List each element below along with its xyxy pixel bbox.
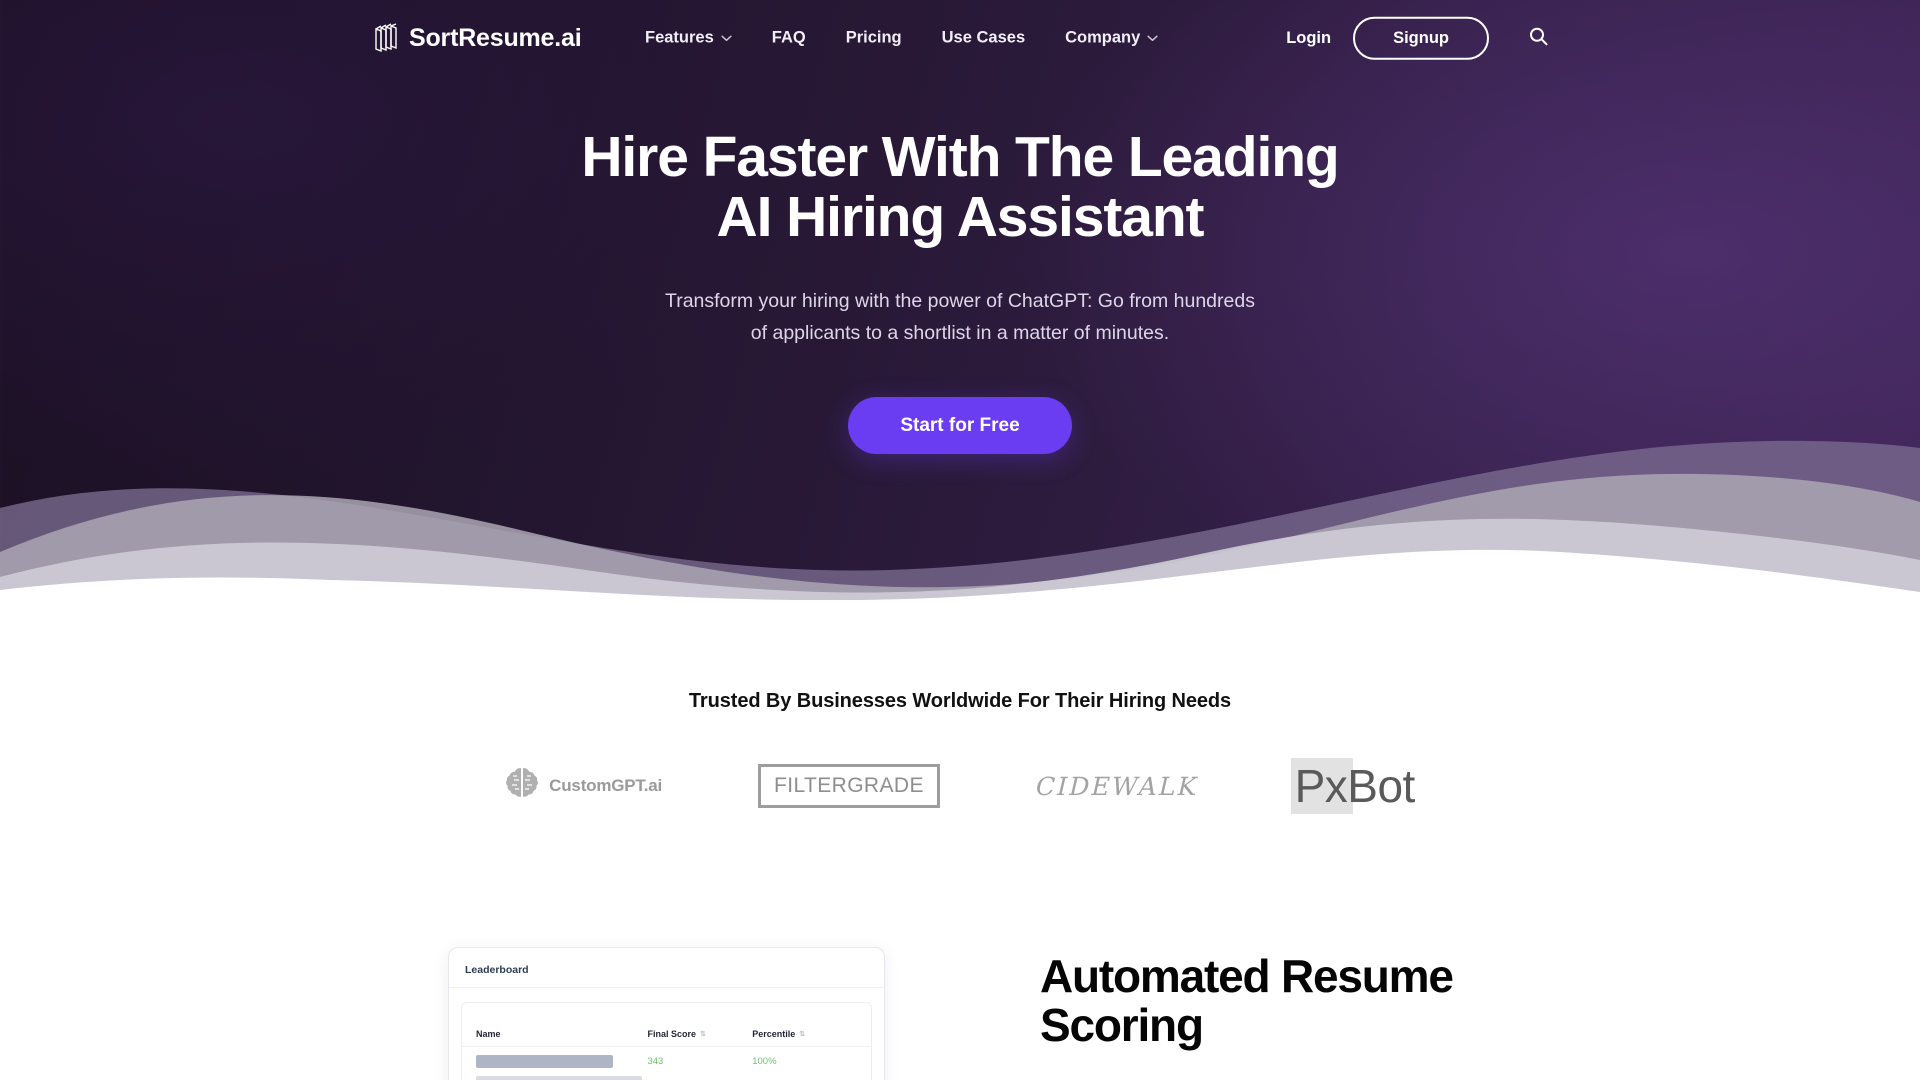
divider bbox=[449, 987, 884, 988]
landing-page: SortResume.ai Features FAQ Pricing Use C… bbox=[0, 0, 1920, 1080]
cell-percentile: 100% bbox=[752, 1056, 777, 1067]
table-row: 343 100% bbox=[462, 1047, 871, 1068]
hero-subtitle-line-1: Transform your hiring with the power of … bbox=[665, 290, 1255, 312]
nav-item-label: Company bbox=[1065, 28, 1141, 47]
search-button[interactable] bbox=[1529, 27, 1548, 49]
signup-button[interactable]: Signup bbox=[1353, 16, 1489, 60]
leaderboard-title: Leaderboard bbox=[465, 964, 529, 976]
client-logo-customgpt: CustomGPT.ai bbox=[505, 755, 662, 817]
trusted-by-section: Trusted By Businesses Worldwide For Thei… bbox=[0, 600, 1920, 817]
leaderboard-table: Name Final Score ⇅ Percentile ⇅ 343 100% bbox=[461, 1002, 872, 1080]
column-header-percentile[interactable]: Percentile ⇅ bbox=[752, 1029, 857, 1039]
cell-final-score: 343 bbox=[647, 1056, 664, 1067]
nav-item-faq[interactable]: FAQ bbox=[772, 29, 806, 48]
search-icon bbox=[1529, 27, 1548, 49]
login-link[interactable]: Login bbox=[1286, 29, 1331, 48]
hero-title: Hire Faster With The Leading AI Hiring A… bbox=[581, 125, 1339, 249]
feature-heading: Automated Resume Scoring bbox=[1040, 952, 1600, 1050]
hero-section: SortResume.ai Features FAQ Pricing Use C… bbox=[0, 0, 1920, 600]
nav-item-features[interactable]: Features bbox=[645, 29, 732, 48]
nav-links: Features FAQ Pricing Use Cases Company bbox=[645, 29, 1158, 48]
nav-item-pricing[interactable]: Pricing bbox=[846, 29, 902, 48]
sort-arrows-icon: ⇅ bbox=[799, 1031, 805, 1038]
client-logo-cidewalk: CIDEWALK bbox=[1035, 755, 1200, 817]
client-logo-pxbot: PxBot bbox=[1290, 755, 1416, 817]
client-logo-label: FILTERGRADE bbox=[758, 764, 940, 808]
hero-subtitle-line-2: of applicants to a shortlist in a matter… bbox=[750, 322, 1170, 344]
client-logo-row: CustomGPT.ai FILTERGRADE CIDEWALK PxBot bbox=[410, 755, 1510, 817]
nav-item-use-cases[interactable]: Use Cases bbox=[942, 29, 1025, 48]
chevron-down-icon bbox=[721, 35, 732, 42]
nav-item-company[interactable]: Company bbox=[1065, 29, 1158, 48]
hero-subtitle: Transform your hiring with the power of … bbox=[665, 285, 1255, 349]
nav-actions: Login Signup bbox=[1286, 16, 1548, 60]
nav-item-label: FAQ bbox=[771, 28, 806, 47]
column-header-name[interactable]: Name bbox=[476, 1029, 647, 1039]
nav-item-label: Use Cases bbox=[941, 28, 1026, 47]
column-header-final-score[interactable]: Final Score ⇅ bbox=[647, 1029, 752, 1039]
brain-icon bbox=[505, 766, 539, 807]
feature-heading-line-1: Automated Resume bbox=[1040, 950, 1454, 1002]
client-logo-label: PxBot bbox=[1294, 760, 1416, 812]
nav-item-label: Features bbox=[645, 28, 714, 47]
nav-item-label: Pricing bbox=[845, 28, 902, 47]
automated-resume-scoring-section: Leaderboard Name Final Score ⇅ Percentil… bbox=[0, 930, 1920, 1080]
hero-title-line-1: Hire Faster With The Leading bbox=[581, 125, 1339, 189]
client-logo-label: CustomGPT.ai bbox=[549, 776, 663, 795]
brand-name: SortResume.ai bbox=[409, 23, 582, 52]
feature-heading-line-2: Scoring bbox=[1040, 999, 1204, 1051]
hero-wave-divider bbox=[0, 412, 1920, 600]
main-navigation: SortResume.ai Features FAQ Pricing Use C… bbox=[0, 0, 1920, 76]
redacted-name bbox=[476, 1055, 613, 1068]
trusted-by-heading: Trusted By Businesses Worldwide For Thei… bbox=[688, 690, 1232, 712]
client-logo-filtergrade: FILTERGRADE bbox=[758, 755, 940, 817]
table-header-row: Name Final Score ⇅ Percentile ⇅ bbox=[462, 1003, 871, 1047]
feature-text-block: Automated Resume Scoring bbox=[1040, 952, 1600, 1050]
hero-title-line-2: AI Hiring Assistant bbox=[716, 185, 1205, 249]
leaderboard-screenshot: Leaderboard Name Final Score ⇅ Percentil… bbox=[448, 947, 885, 1080]
client-logo-label: CIDEWALK bbox=[1035, 771, 1200, 801]
redacted-name bbox=[476, 1076, 642, 1080]
stacked-pages-icon bbox=[373, 23, 399, 53]
sort-arrows-icon: ⇅ bbox=[699, 1031, 706, 1038]
chevron-down-icon bbox=[1147, 35, 1158, 42]
table-row bbox=[462, 1068, 871, 1080]
brand-logo[interactable]: SortResume.ai bbox=[373, 23, 582, 53]
